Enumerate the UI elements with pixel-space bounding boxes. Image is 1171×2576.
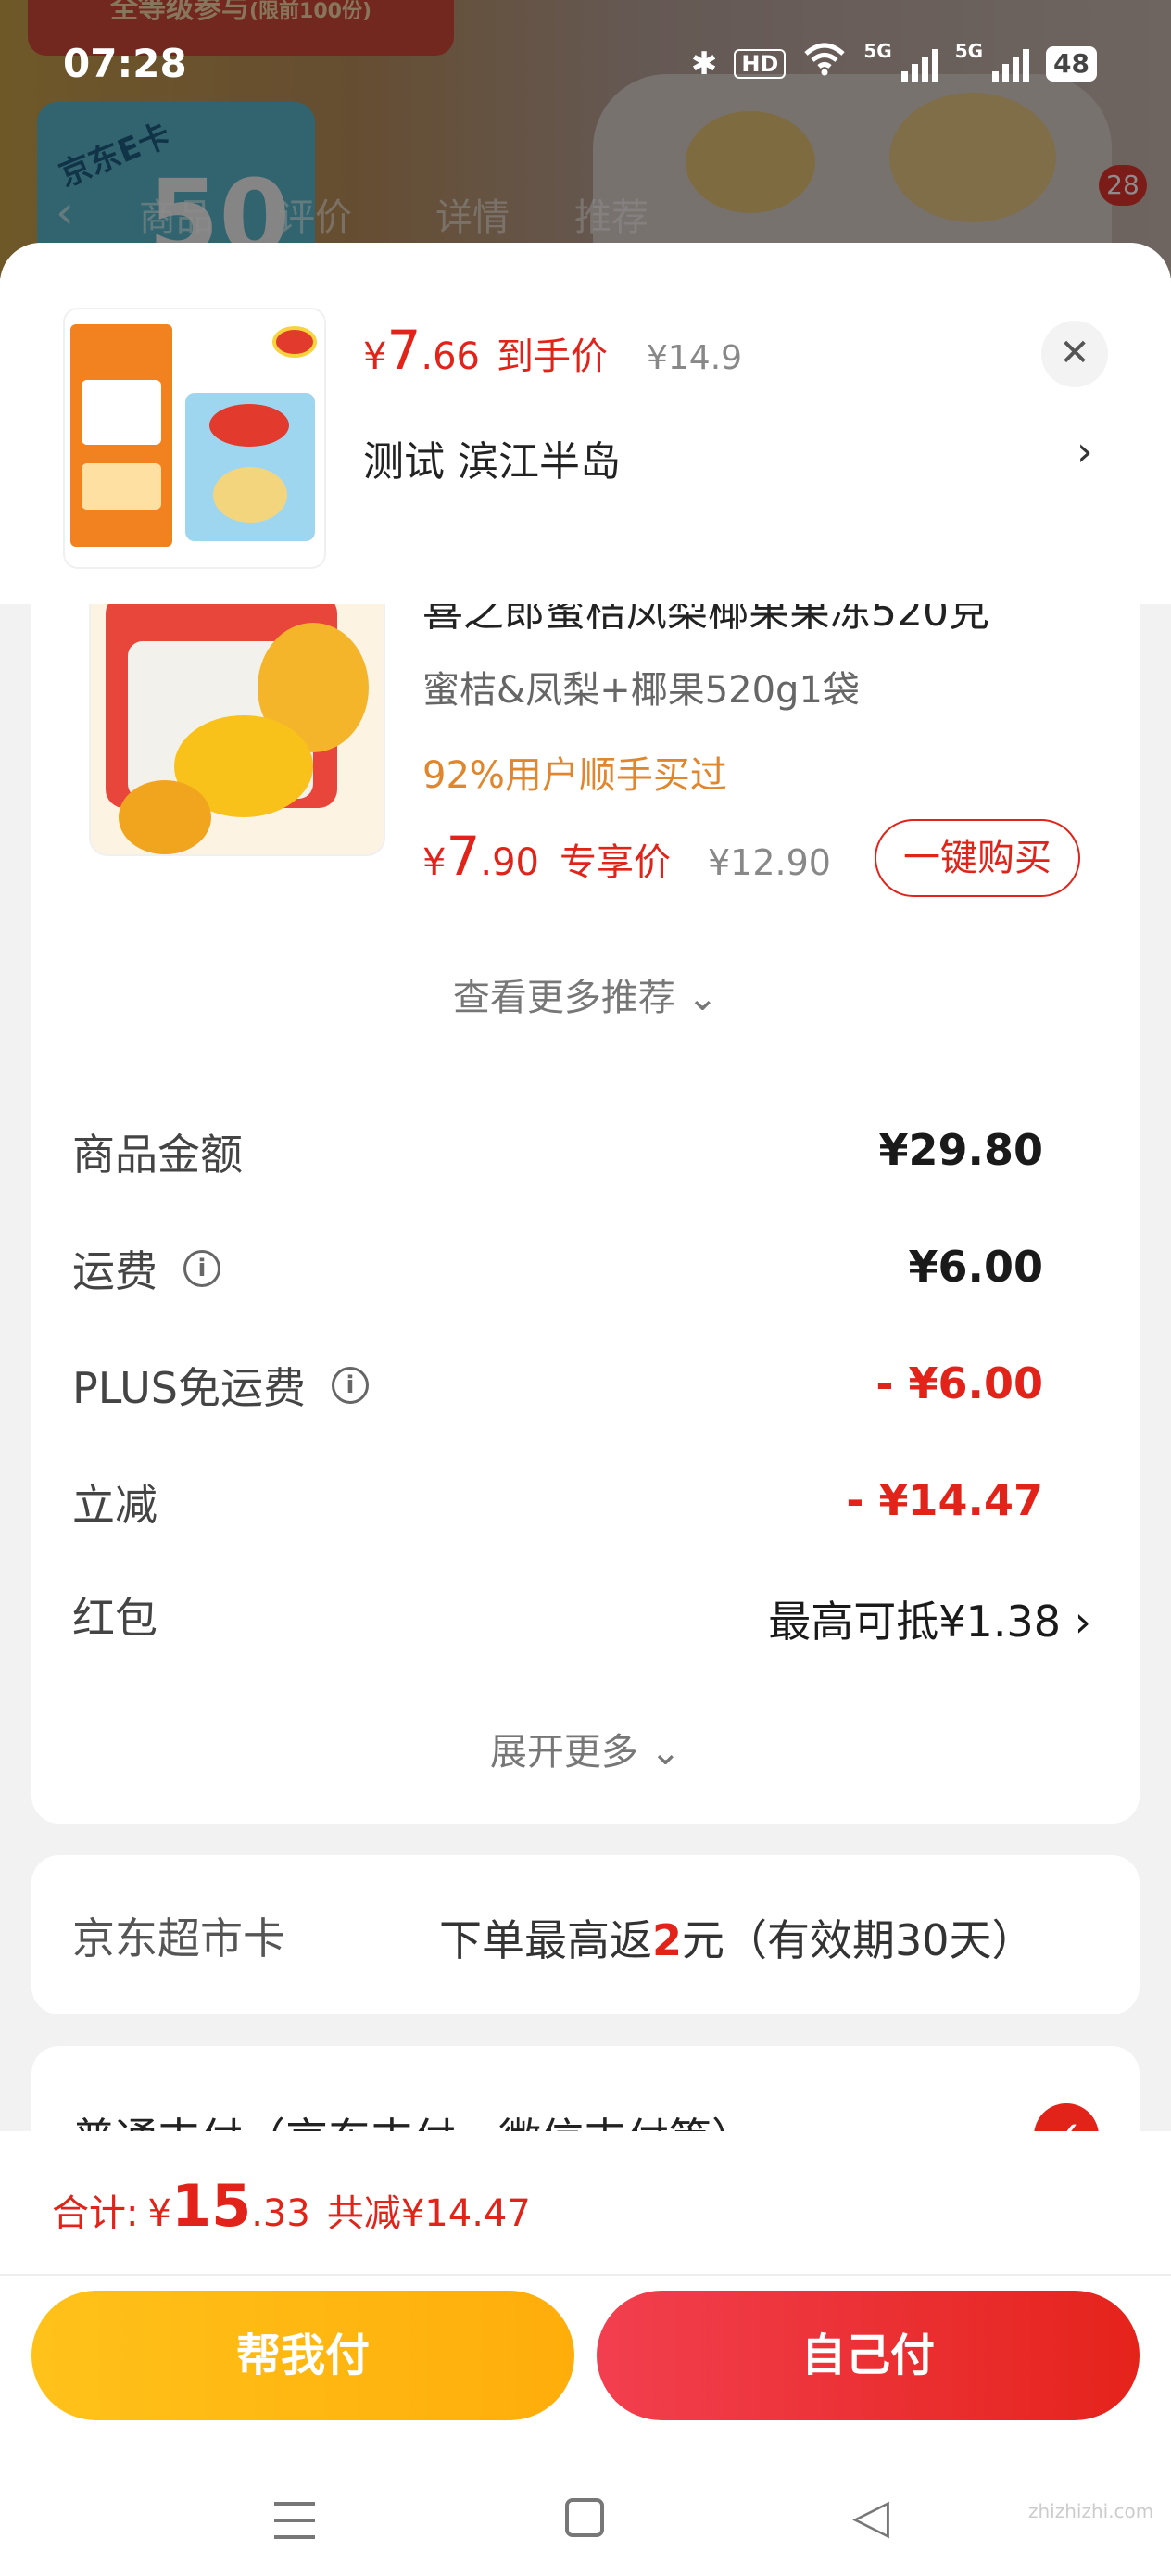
price-label: 到手价 xyxy=(496,335,608,378)
summary-row-goods: 商品金额 ¥29.80 xyxy=(72,1125,1043,1180)
jd-supermarket-card[interactable]: 京东超市卡 下单最高返2元（有效期30天） xyxy=(31,1855,1140,2014)
rec-title: 喜之郎蜜桔凤梨椰果果冻520克 xyxy=(422,604,989,636)
rec-price: ¥ 7 .90 专享价 ¥12.90 xyxy=(422,825,831,888)
signal-icon xyxy=(992,45,1030,82)
status-icons: ✱ HD 5G 5G 48 xyxy=(690,39,1097,84)
close-button[interactable]: ✕ xyxy=(1041,321,1108,387)
chips-bag-image xyxy=(185,393,315,541)
watermark: zhizhizhi.com xyxy=(1028,2500,1154,2522)
pay-myself-button[interactable]: 自己付 xyxy=(597,2291,1140,2420)
signal-icon xyxy=(900,45,938,82)
bluetooth-icon: ✱ xyxy=(690,44,718,82)
battery-icon: 48 xyxy=(1046,45,1097,82)
hd-icon: HD xyxy=(734,48,787,79)
info-icon[interactable]: i xyxy=(183,1250,220,1287)
jd-card-desc: 下单最高返2元（有效期30天） xyxy=(439,1915,1035,1965)
rec-product-image[interactable] xyxy=(91,604,384,854)
rec-spec: 蜜桔&凤梨+椰果520g1袋 xyxy=(422,669,860,712)
rec-original-price: ¥12.90 xyxy=(707,842,831,883)
jd-card-label: 京东超市卡 xyxy=(72,1913,285,1964)
menu-icon[interactable] xyxy=(274,2502,315,2539)
rec-buyers: 92%用户顺手买过 xyxy=(422,754,727,797)
home-icon[interactable] xyxy=(565,2498,604,2537)
summary-row-shipping: 运费 i ¥6.00 xyxy=(72,1242,1043,1296)
network-type: 5G xyxy=(954,39,984,62)
network-type: 5G xyxy=(863,39,892,62)
status-bar: 07:28 ✱ HD 5G 5G 48 xyxy=(0,0,1171,130)
system-nav-bar: ◁ xyxy=(0,2483,1171,2576)
summary-row-discount: 立减 - ¥14.47 xyxy=(72,1475,1043,1530)
summary-row-plus: PLUS免运费 i - ¥6.00 xyxy=(72,1358,1043,1413)
sheet-header: ¥ 7 .66 到手价 ¥14.9 ✕ 测试 滨江半岛 › xyxy=(0,243,1171,604)
one-click-buy-button[interactable]: 一键购买 xyxy=(875,819,1080,897)
total-amount: 合计: ¥ 15 .33 共减¥14.47 xyxy=(52,2172,531,2240)
status-time: 07:28 xyxy=(63,41,187,86)
expand-more[interactable]: 展开更多 ⌄ xyxy=(31,1722,1140,1775)
price-summary-card: 商品金额 ¥29.80 运费 i ¥6.00 PLUS免运费 i - ¥6.00 立… xyxy=(31,1082,1140,1824)
help-me-pay-button[interactable]: 帮我付 xyxy=(31,2291,574,2420)
total-discount: 共减¥14.47 xyxy=(326,2192,531,2235)
chevron-right-icon[interactable]: › xyxy=(1077,428,1093,475)
summary-row-redpacket[interactable]: 红包 最高可抵¥1.38 › xyxy=(31,1575,1140,1649)
close-icon: ✕ xyxy=(1059,332,1090,374)
brand-logo xyxy=(272,326,317,358)
rec-price-label: 专享价 xyxy=(559,841,671,884)
bottom-bar: 合计: ¥ 15 .33 共减¥14.47 帮我付 自己付 ◁ xyxy=(0,2131,1171,2576)
info-icon[interactable]: i xyxy=(331,1367,369,1404)
original-price: ¥14.9 xyxy=(646,339,743,377)
wifi-icon xyxy=(802,43,847,84)
ecard-image xyxy=(70,324,172,547)
header-price: ¥ 7 .66 到手价 ¥14.9 xyxy=(363,319,743,382)
address-selector[interactable]: 测试 滨江半岛 xyxy=(363,428,1104,487)
divider xyxy=(0,2274,1171,2276)
see-more-recommendations[interactable]: 查看更多推荐 ⌄ xyxy=(31,967,1140,1021)
product-thumbnail[interactable] xyxy=(65,309,324,567)
back-icon[interactable]: ◁ xyxy=(852,2489,889,2544)
